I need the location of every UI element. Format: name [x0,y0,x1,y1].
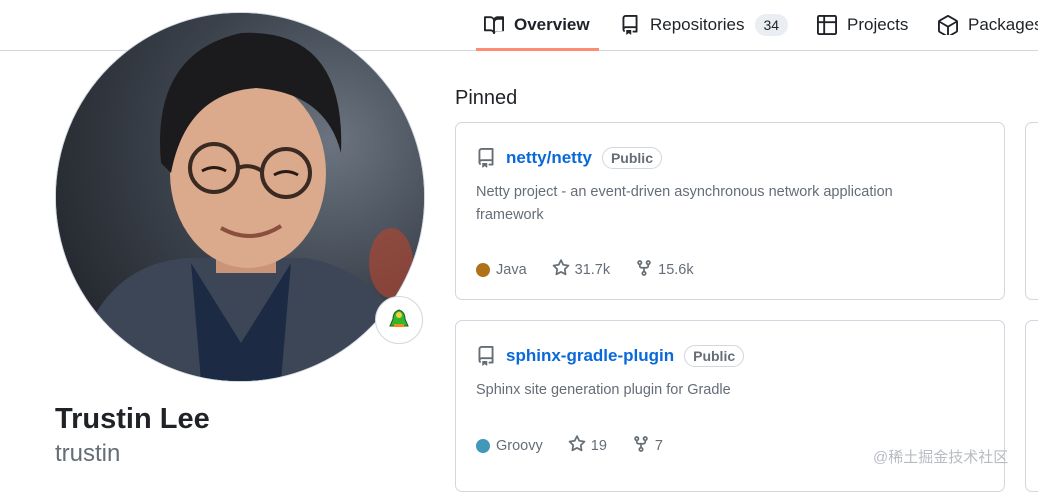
profile-full-name: Trustin Lee [55,403,210,435]
pinned-repo-card-partial [1025,320,1038,492]
repo-language: Groovy [476,438,543,454]
watermark-text: @稀土掘金技术社区 [873,449,1009,466]
avatar-portrait-image [56,13,424,381]
bird-emoji-icon [388,307,410,334]
fork-icon [635,259,658,281]
stars-count: 19 [590,438,607,454]
tab-overview[interactable]: Overview [484,0,590,50]
book-icon [484,15,504,35]
tab-projects-label: Projects [847,15,909,34]
active-tab-indicator [476,48,599,51]
repo-language: Java [476,262,527,278]
repo-link[interactable]: netty/netty [506,148,592,168]
star-icon [552,259,575,281]
forks-count: 15.6k [658,262,694,278]
repo-forks[interactable]: 15.6k [635,259,694,281]
language-label: Groovy [496,438,543,454]
avatar[interactable] [55,12,425,382]
visibility-badge: Public [601,147,662,169]
pinned-heading: Pinned [455,87,518,109]
repo-stars[interactable]: 19 [568,435,607,457]
pinned-repo-card: netty/netty Public Netty project - an ev… [455,122,1005,300]
profile-username: trustin [55,440,121,467]
repo-icon [476,346,496,366]
repo-icon [476,148,496,168]
repo-description: Netty project - an event-driven asynchro… [476,184,893,223]
language-color-dot [476,439,490,453]
tab-repositories-label: Repositories [650,15,745,34]
tab-packages[interactable]: Packages [938,0,1038,50]
repo-description: Sphinx site generation plugin for Gradle [476,382,731,398]
repo-stars[interactable]: 31.7k [552,259,610,281]
tab-packages-label: Packages [968,15,1038,34]
pinned-repo-card-partial [1025,122,1038,300]
forks-count: 7 [654,438,663,454]
stars-count: 31.7k [574,262,611,278]
language-label: Java [496,262,527,278]
repo-icon [620,15,640,35]
package-icon [938,15,958,35]
repo-meta: Groovy 19 7 [476,435,688,457]
tab-projects[interactable]: Projects [817,0,908,50]
repo-forks[interactable]: 7 [632,435,663,457]
repo-link[interactable]: sphinx-gradle-plugin [506,346,674,366]
star-icon [568,435,591,457]
repositories-count: 34 [754,14,789,36]
repo-meta: Java 31.7k 15.6k [476,259,719,281]
visibility-badge: Public [684,345,745,367]
status-badge[interactable] [375,296,423,344]
language-color-dot [476,263,490,277]
tab-repositories[interactable]: Repositories 34 [620,0,789,50]
tab-overview-label: Overview [514,15,590,34]
table-icon [817,15,837,35]
fork-icon [632,435,655,457]
